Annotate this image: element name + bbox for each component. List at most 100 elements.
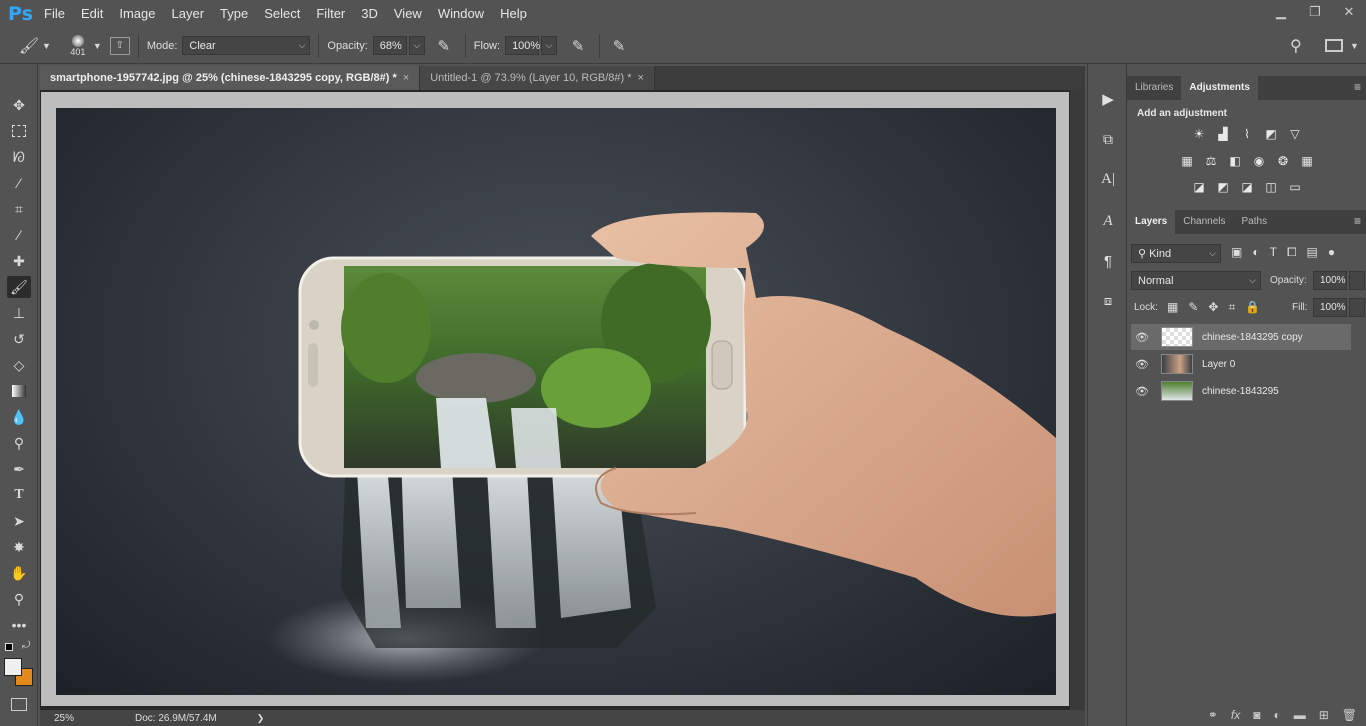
filter-toggle-icon[interactable]: ●	[1328, 245, 1335, 260]
zoom-level[interactable]: 25%	[40, 713, 90, 724]
lock-transparent-icon[interactable]: ▦	[1167, 300, 1178, 315]
minimize-button[interactable]: ▁	[1264, 0, 1298, 24]
blur-tool-icon[interactable]: 💧	[7, 406, 31, 428]
channel-mixer-icon[interactable]: ❂	[1275, 152, 1292, 169]
airbrush-icon[interactable]: ✎	[565, 37, 591, 55]
brush-tool-icon[interactable]: 🖌	[7, 276, 31, 298]
lasso-tool-icon[interactable]: ᘗ	[7, 146, 31, 168]
shape-tool-icon[interactable]: ✸	[7, 536, 31, 558]
restore-button[interactable]: ❐	[1298, 0, 1332, 24]
gradient-map-icon[interactable]: ▭	[1287, 178, 1304, 195]
actions-play-icon[interactable]: ▶	[1096, 88, 1120, 110]
invert-icon[interactable]: ◪	[1191, 178, 1208, 195]
clone-stamp-tool-icon[interactable]: ⊥	[7, 302, 31, 324]
fill-field[interactable]: 100%	[1313, 298, 1347, 317]
layer-style-icon[interactable]: fx	[1231, 708, 1240, 722]
menu-help[interactable]: Help	[492, 0, 535, 28]
new-group-icon[interactable]: ▬	[1294, 708, 1306, 722]
brush-size-picker[interactable]: 401	[63, 34, 93, 57]
visibility-eye-icon[interactable]: 👁	[1131, 358, 1153, 371]
quick-mask-icon[interactable]	[11, 698, 27, 711]
menu-file[interactable]: File	[36, 0, 73, 28]
glyphs-icon[interactable]: A	[1096, 210, 1120, 232]
vibrance-icon[interactable]: ▽	[1287, 125, 1304, 142]
type-filter-icon[interactable]: T	[1270, 245, 1277, 260]
visibility-eye-icon[interactable]: 👁	[1131, 331, 1153, 344]
pressure-opacity-icon[interactable]: ✎	[431, 37, 457, 55]
link-layers-icon[interactable]: ⚭	[1208, 708, 1218, 722]
lock-position-icon[interactable]: ✥	[1208, 300, 1218, 315]
status-menu-arrow-icon[interactable]: ❯	[257, 713, 265, 724]
character-icon[interactable]: A|	[1096, 168, 1120, 190]
flow-field[interactable]: 100%	[505, 36, 540, 55]
type-tool-icon[interactable]: T	[7, 484, 31, 506]
tab-channels[interactable]: Channels	[1175, 210, 1233, 234]
menu-filter[interactable]: Filter	[308, 0, 353, 28]
history-brush-tool-icon[interactable]: ↺	[7, 328, 31, 350]
tab-untitled[interactable]: Untitled-1 @ 73.9% (Layer 10, RGB/8#) * ×	[420, 66, 655, 90]
eraser-tool-icon[interactable]: ◇	[7, 354, 31, 376]
curves-icon[interactable]: ⌇	[1239, 125, 1256, 142]
tab-smartphone[interactable]: smartphone-1957742.jpg @ 25% (chinese-18…	[40, 66, 421, 90]
chevron-down-icon[interactable]: ⌵	[408, 36, 425, 55]
threshold-icon[interactable]: ◪	[1239, 178, 1256, 195]
tab-layers[interactable]: Layers	[1127, 210, 1176, 234]
layer-row[interactable]: 👁 chinese-1843295	[1131, 378, 1351, 404]
move-tool-icon[interactable]: ✥	[7, 94, 31, 116]
gradient-tool-icon[interactable]	[7, 380, 31, 402]
healing-brush-tool-icon[interactable]: ✚	[7, 250, 31, 272]
menu-select[interactable]: Select	[256, 0, 308, 28]
chevron-down-icon[interactable]: ⌵	[541, 36, 558, 55]
lock-all-icon[interactable]: 🔒	[1245, 300, 1260, 315]
black-white-icon[interactable]: ◧	[1227, 152, 1244, 169]
brush-settings-icon[interactable]: ⧉	[1096, 128, 1120, 150]
selective-color-icon[interactable]: ◫	[1263, 178, 1280, 195]
layer-filter-kind-select[interactable]: ⚲ Kind ⌵	[1131, 244, 1221, 263]
color-balance-icon[interactable]: ⚖	[1203, 152, 1220, 169]
document-image[interactable]	[56, 108, 1056, 695]
zoom-tool-icon[interactable]: ⚲	[7, 588, 31, 610]
mode-select[interactable]: Clear ⌵	[182, 36, 311, 55]
pressure-size-icon[interactable]: ✎	[608, 37, 630, 55]
chevron-down-icon[interactable]	[1349, 271, 1365, 290]
exposure-icon[interactable]: ◩	[1263, 125, 1280, 142]
marquee-tool-icon[interactable]	[7, 120, 31, 142]
foreground-color-swatch[interactable]	[4, 658, 22, 676]
path-selection-tool-icon[interactable]: ➤	[7, 510, 31, 532]
new-layer-icon[interactable]: ⊞	[1319, 708, 1329, 722]
brush-tool-preset-icon[interactable]: 🖌	[16, 36, 42, 56]
smart-object-filter-icon[interactable]: ▤	[1307, 245, 1318, 260]
menu-edit[interactable]: Edit	[73, 0, 111, 28]
menu-type[interactable]: Type	[212, 0, 256, 28]
layer-row[interactable]: 👁 Layer 0	[1131, 351, 1351, 377]
layer-opacity-field[interactable]: 100%	[1313, 271, 1347, 290]
adjustment-filter-icon[interactable]: ◐	[1252, 245, 1259, 260]
panel-menu-icon[interactable]: ≡	[1354, 214, 1361, 228]
pen-tool-icon[interactable]: ✒	[7, 458, 31, 480]
workspace-icon[interactable]	[1325, 39, 1343, 52]
hue-saturation-icon[interactable]: ▦	[1179, 152, 1196, 169]
crop-tool-icon[interactable]: ⌗	[7, 198, 31, 220]
hand-tool-icon[interactable]: ✋	[7, 562, 31, 584]
search-icon[interactable]: ⚲	[1290, 36, 1302, 56]
panel-menu-icon[interactable]: ≡	[1354, 80, 1361, 94]
pixel-filter-icon[interactable]: ▣	[1231, 245, 1242, 260]
chevron-down-icon[interactable]	[1349, 298, 1365, 317]
chevron-down-icon[interactable]: ▼	[42, 41, 51, 51]
opacity-field[interactable]: 68%	[372, 36, 407, 55]
chevron-down-icon[interactable]: ▼	[93, 41, 102, 51]
color-lookup-icon[interactable]: ▦	[1299, 152, 1316, 169]
photo-filter-icon[interactable]: ◉	[1251, 152, 1268, 169]
dodge-tool-icon[interactable]: ⚲	[7, 432, 31, 454]
tab-adjustments[interactable]: Adjustments	[1181, 76, 1258, 100]
layer-row[interactable]: 👁 chinese-1843295 copy	[1131, 324, 1351, 350]
close-icon[interactable]: ×	[638, 72, 644, 84]
more-tools-icon[interactable]: •••	[7, 614, 31, 636]
default-colors-icon[interactable]	[5, 643, 13, 651]
menu-layer[interactable]: Layer	[164, 0, 213, 28]
paragraph-icon[interactable]: ¶	[1096, 250, 1120, 272]
menu-view[interactable]: View	[386, 0, 430, 28]
menu-3d[interactable]: 3D	[353, 0, 386, 28]
visibility-eye-icon[interactable]: 👁	[1131, 385, 1153, 398]
new-adjustment-layer-icon[interactable]: ◐	[1273, 708, 1280, 722]
